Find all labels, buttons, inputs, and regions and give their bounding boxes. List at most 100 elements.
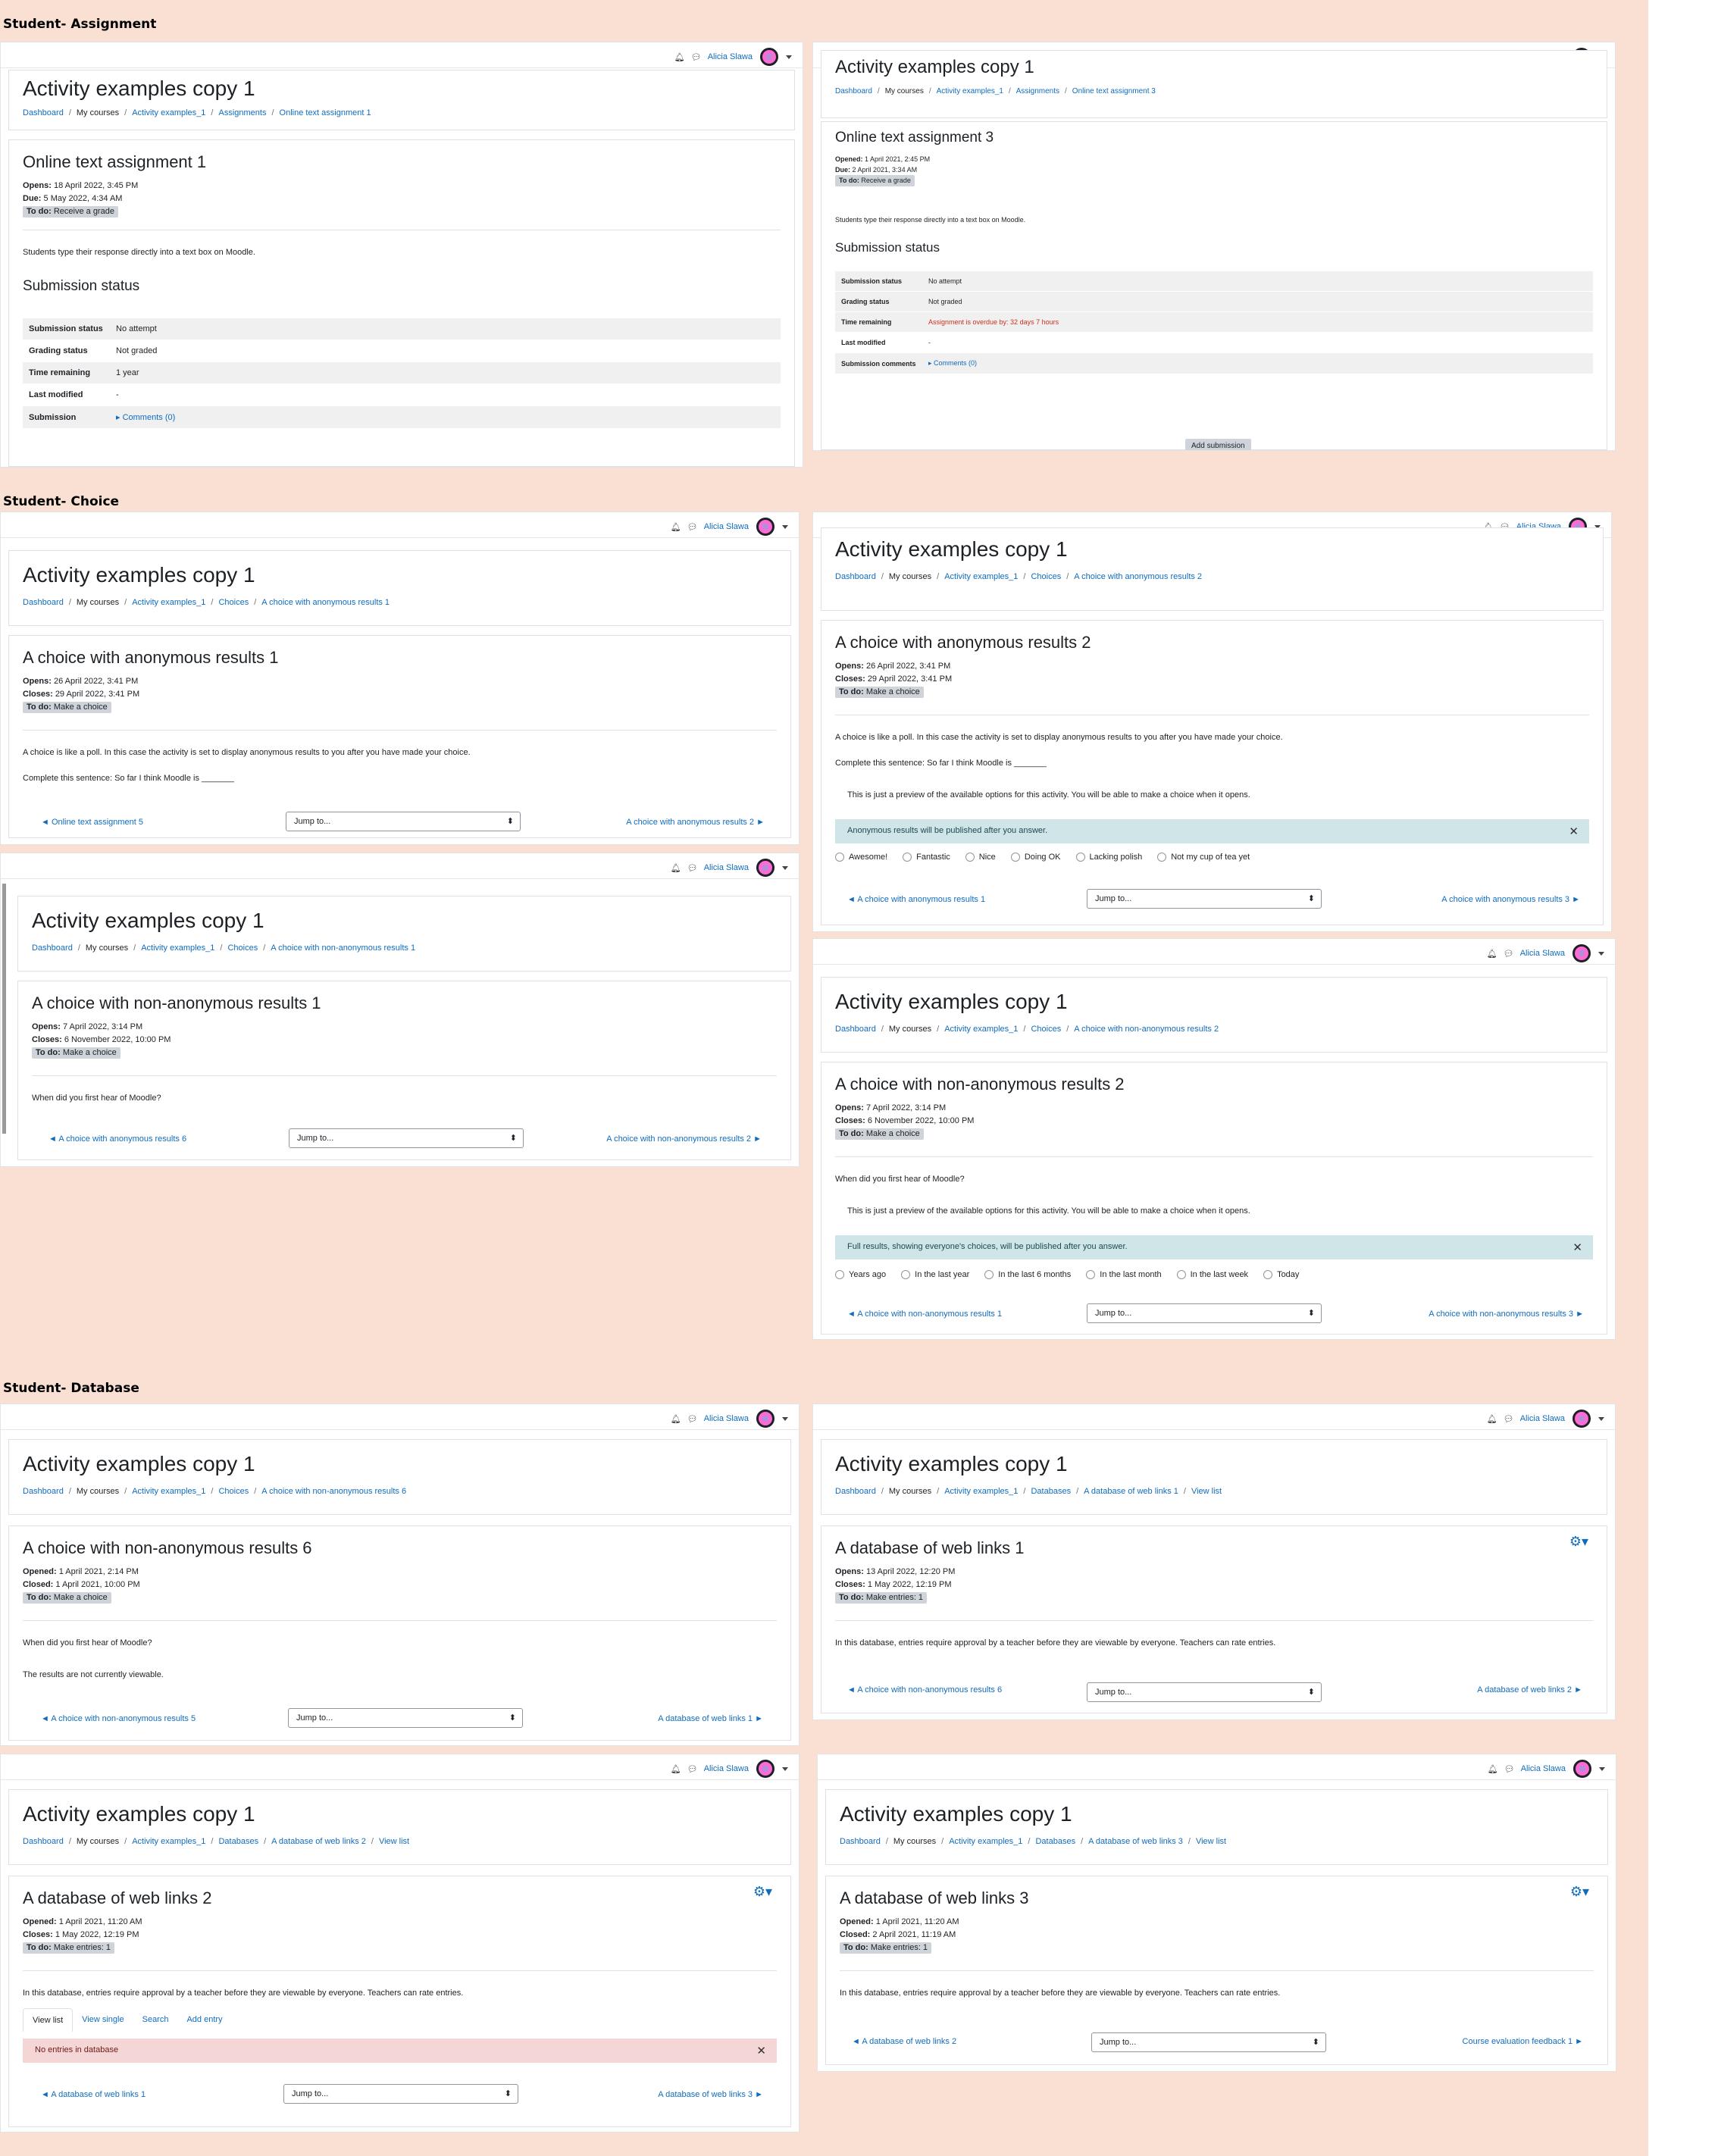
option-radio[interactable]: Nice: [965, 853, 996, 862]
crumb-course[interactable]: Activity examples_1: [132, 108, 205, 117]
next-activity-link[interactable]: Course evaluation feedback 1 ►: [1463, 2037, 1583, 2046]
gear-icon[interactable]: ⚙▾: [753, 1884, 772, 1900]
option-radio[interactable]: Awesome!: [835, 853, 887, 862]
chat-icon[interactable]: 💬︎: [687, 1414, 698, 1424]
chevron-down-icon[interactable]: [782, 524, 788, 529]
next-activity-link[interactable]: A database of web links 1 ►: [658, 1714, 763, 1723]
jump-to-select[interactable]: Jump to...: [1087, 1682, 1322, 1702]
user-name[interactable]: Alicia Slawa: [1520, 949, 1565, 958]
close-icon[interactable]: ✕: [1569, 825, 1579, 838]
user-name[interactable]: Alicia Slawa: [704, 1414, 749, 1423]
option-radio[interactable]: In the last 6 months: [984, 1270, 1071, 1279]
avatar[interactable]: [760, 48, 778, 66]
option-radio[interactable]: Years ago: [835, 1270, 886, 1279]
chat-icon[interactable]: 💬︎: [1504, 949, 1514, 959]
avatar[interactable]: [756, 1760, 775, 1778]
gear-icon[interactable]: ⚙▾: [1570, 1884, 1589, 1900]
tab-view-list[interactable]: View list: [23, 2008, 74, 2032]
chevron-down-icon[interactable]: [786, 55, 792, 59]
tab-add-entry[interactable]: Add entry: [177, 2008, 231, 2032]
user-name[interactable]: Alicia Slawa: [1520, 1414, 1565, 1423]
option-radio[interactable]: Fantastic: [903, 853, 950, 862]
submission-status-heading: Submission status: [23, 278, 140, 294]
crumb-activity[interactable]: Online text assignment 1: [280, 108, 371, 117]
user-name[interactable]: Alicia Slawa: [1521, 1764, 1566, 1773]
prev-activity-link[interactable]: ◄ A database of web links 2: [852, 2037, 956, 2046]
gear-icon[interactable]: ⚙▾: [1569, 1534, 1588, 1550]
jump-to-select[interactable]: Jump to...: [1091, 2032, 1326, 2052]
crumb-my-courses[interactable]: My courses: [77, 108, 119, 117]
tab-search[interactable]: Search: [133, 2008, 178, 2032]
prev-activity-link[interactable]: ◄ A choice with non-anonymous results 1: [847, 1310, 1002, 1319]
jump-to-select[interactable]: Jump to...: [289, 1128, 524, 1148]
chevron-down-icon[interactable]: [782, 1766, 788, 1771]
user-name[interactable]: Alicia Slawa: [704, 522, 749, 531]
submission-status-table: Submission status No attempt Grading stat…: [835, 271, 1593, 374]
prev-activity-link[interactable]: ◄ A choice with non-anonymous results 6: [847, 1685, 1002, 1694]
option-radio[interactable]: Today: [1263, 1270, 1299, 1279]
option-radio[interactable]: In the last year: [901, 1270, 969, 1279]
bell-icon[interactable]: 🔔︎: [671, 863, 681, 873]
jump-to-select[interactable]: Jump to...: [1087, 1303, 1322, 1323]
close-icon[interactable]: ✕: [1572, 1241, 1582, 1254]
next-activity-link[interactable]: A database of web links 2 ►: [1477, 1685, 1582, 1694]
close-icon[interactable]: ✕: [756, 2044, 766, 2057]
bell-icon[interactable]: 🔔︎: [1488, 1764, 1498, 1774]
next-activity-link[interactable]: A choice with anonymous results 3 ►: [1441, 895, 1580, 904]
chevron-down-icon[interactable]: [782, 865, 788, 870]
avatar[interactable]: [1573, 1760, 1591, 1778]
jump-to-select[interactable]: Jump to...: [288, 1708, 523, 1728]
comments-link[interactable]: ▸ Comments (0): [922, 352, 1593, 374]
jump-to-select[interactable]: Jump to...: [283, 2084, 518, 2104]
option-radio[interactable]: In the last week: [1176, 1270, 1248, 1279]
user-name[interactable]: Alicia Slawa: [704, 863, 749, 872]
activity-title: A choice with non-anonymous results 2: [835, 1075, 1125, 1094]
crumb-section[interactable]: Assignments: [218, 108, 266, 117]
chat-icon[interactable]: 💬︎: [687, 863, 698, 873]
avatar[interactable]: [756, 859, 775, 877]
crumb-dashboard[interactable]: Dashboard: [23, 108, 64, 117]
activity-region: A choice with non-anonymous results 6 Op…: [8, 1525, 791, 1741]
chat-icon[interactable]: 💬︎: [691, 52, 702, 62]
bell-icon[interactable]: 🔔︎: [671, 1414, 681, 1424]
chat-icon[interactable]: 💬︎: [1504, 1764, 1515, 1774]
option-radio[interactable]: Doing OK: [1010, 853, 1061, 862]
add-submission-button[interactable]: Add submission: [1185, 439, 1251, 450]
next-activity-link[interactable]: A choice with non-anonymous results 2 ►: [606, 1134, 762, 1144]
tab-view-single[interactable]: View single: [73, 2008, 133, 2032]
bell-icon[interactable]: 🔔︎: [671, 522, 681, 532]
prev-activity-link[interactable]: ◄ A choice with non-anonymous results 5: [41, 1714, 196, 1723]
prev-activity-link[interactable]: ◄ A choice with anonymous results 6: [49, 1134, 186, 1144]
chevron-down-icon[interactable]: [1598, 1416, 1604, 1421]
chat-icon[interactable]: 💬︎: [687, 1764, 698, 1774]
bell-icon[interactable]: 🔔︎: [1487, 1414, 1497, 1424]
next-activity-link[interactable]: A choice with anonymous results 2 ►: [626, 818, 765, 827]
avatar[interactable]: [1572, 944, 1591, 962]
chat-icon[interactable]: 💬︎: [687, 522, 698, 532]
next-activity-link[interactable]: A database of web links 3 ►: [658, 2090, 763, 2099]
user-name[interactable]: Alicia Slawa: [708, 52, 753, 61]
next-activity-link[interactable]: A choice with non-anonymous results 3 ►: [1429, 1310, 1584, 1319]
option-radio[interactable]: Lacking polish: [1075, 853, 1142, 862]
chevron-down-icon[interactable]: [1598, 951, 1604, 956]
jump-to-select[interactable]: Jump to...: [286, 812, 521, 831]
bell-icon[interactable]: 🔔︎: [1487, 949, 1497, 959]
prev-activity-link[interactable]: ◄ Online text assignment 5: [41, 818, 143, 827]
chevron-down-icon[interactable]: [782, 1416, 788, 1421]
comments-link[interactable]: ▸ Comments (0): [110, 405, 781, 428]
activity-title: Online text assignment 3: [835, 130, 994, 146]
avatar[interactable]: [756, 1410, 775, 1428]
bell-icon[interactable]: 🔔︎: [674, 52, 685, 62]
prev-activity-link[interactable]: ◄ A choice with anonymous results 1: [847, 895, 985, 904]
chevron-down-icon[interactable]: [1599, 1766, 1605, 1771]
chat-icon[interactable]: 💬︎: [1504, 1414, 1514, 1424]
bell-icon[interactable]: 🔔︎: [671, 1764, 681, 1774]
option-radio[interactable]: Not my cup of tea yet: [1157, 853, 1250, 862]
scrollbar[interactable]: [2, 884, 6, 1134]
option-radio[interactable]: In the last month: [1086, 1270, 1162, 1279]
jump-to-select[interactable]: Jump to...: [1087, 889, 1322, 909]
prev-activity-link[interactable]: ◄ A database of web links 1: [41, 2090, 146, 2099]
avatar[interactable]: [1572, 1410, 1591, 1428]
user-name[interactable]: Alicia Slawa: [704, 1764, 749, 1773]
avatar[interactable]: [756, 518, 775, 536]
